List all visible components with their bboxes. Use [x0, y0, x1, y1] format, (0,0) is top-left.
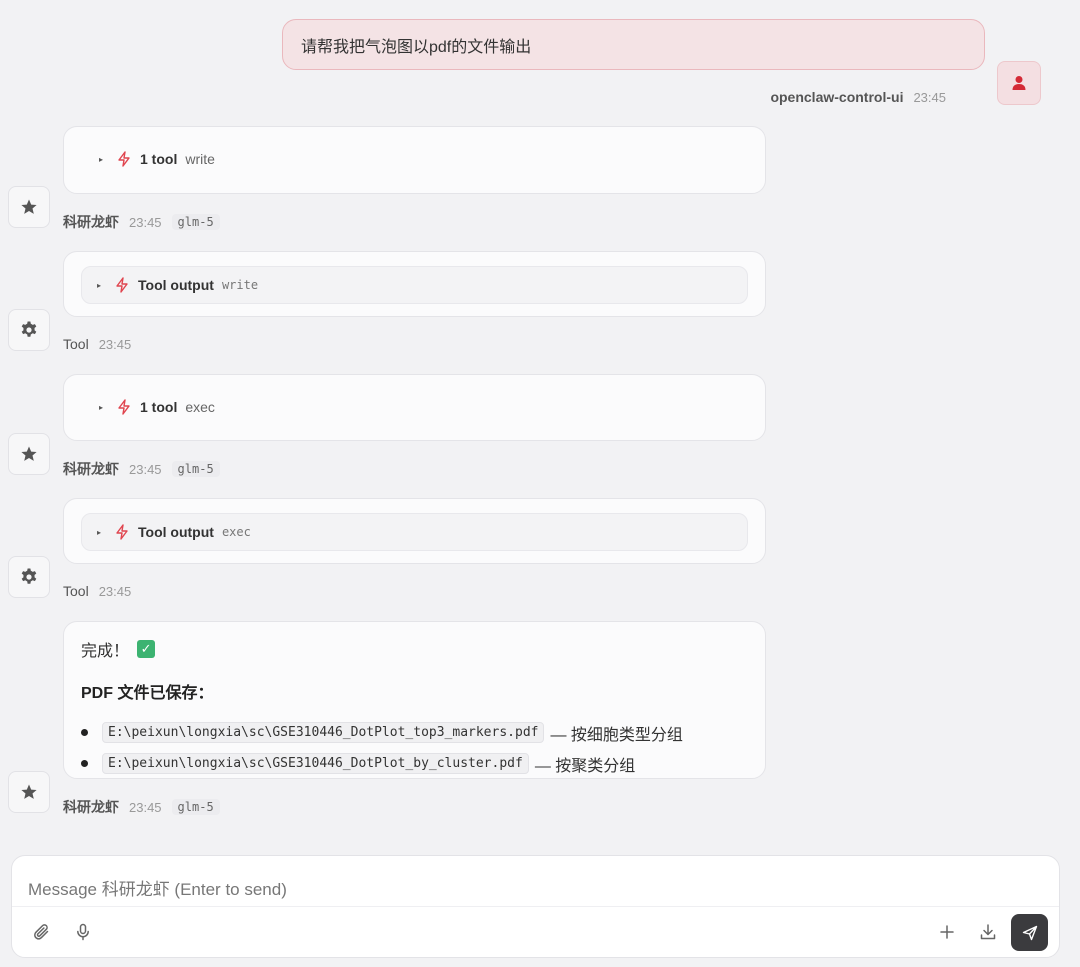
expand-triangle-icon: ▸: [96, 527, 101, 537]
tool-call-card: ▸ 1 tool write: [63, 126, 766, 194]
star-icon: [21, 446, 37, 461]
timestamp: 23:45: [98, 583, 132, 599]
sender-name: 科研龙虾: [63, 461, 119, 477]
send-icon: [1022, 925, 1037, 940]
list-item: E:\peixun\longxia\sc\GSE310446_DotPlot_t…: [81, 717, 748, 748]
message-meta: 科研龙虾 23:45 glm-5: [63, 212, 220, 232]
sender-name: 科研龙虾: [63, 799, 119, 815]
list-item: E:\peixun\longxia\sc\GSE310446_DotPlot_b…: [81, 748, 748, 779]
composer-divider: [12, 906, 1059, 907]
sender-name: Tool: [63, 583, 89, 599]
download-icon: [980, 924, 996, 940]
bullet-icon: [81, 760, 88, 767]
message-meta: Tool 23:45: [63, 336, 131, 352]
done-line: 完成！ ✓: [81, 637, 748, 661]
tool-output-toggle[interactable]: ▸ Tool output write: [81, 266, 748, 304]
timestamp: 23:45: [98, 336, 132, 352]
timestamp: 23:45: [129, 799, 162, 815]
done-text: 完成！: [81, 643, 130, 660]
tool-call-label: 1 tool: [140, 151, 178, 167]
user-message-meta: openclaw-control-ui 23:45: [770, 89, 946, 105]
gear-icon: [21, 568, 37, 584]
file-description: — 按细胞类型分组: [550, 726, 683, 744]
sender-name: Tool: [63, 336, 89, 352]
tool-output-card: ▸ Tool output exec: [63, 498, 766, 564]
assistant-avatar: [8, 433, 50, 475]
tool-call-toggle[interactable]: ▸ 1 tool exec: [94, 399, 215, 415]
message-composer: Message 科研龙虾 (Enter to send): [11, 855, 1060, 958]
bolt-icon: [118, 399, 130, 415]
timestamp: 23:45: [129, 214, 162, 230]
file-path[interactable]: E:\peixun\longxia\sc\GSE310446_DotPlot_b…: [102, 753, 529, 774]
file-description: — 按聚类分组: [534, 757, 636, 775]
expand-triangle-icon: ▸: [98, 402, 103, 412]
expand-triangle-icon: ▸: [96, 280, 101, 290]
gear-icon: [21, 321, 37, 337]
user-icon: [1012, 76, 1026, 90]
microphone-icon: [77, 923, 89, 941]
star-icon: [21, 784, 37, 799]
tool-name: exec: [221, 525, 251, 539]
timestamp: 23:45: [129, 461, 162, 477]
tool-output-card: ▸ Tool output write: [63, 251, 766, 317]
user-timestamp: 23:45: [913, 90, 946, 105]
expand-triangle-icon: ▸: [98, 154, 103, 164]
model-badge: glm-5: [171, 214, 220, 230]
assistant-avatar: [8, 186, 50, 228]
user-avatar: [997, 61, 1041, 105]
message-input[interactable]: Message 科研龙虾 (Enter to send): [28, 875, 287, 900]
tool-call-toggle[interactable]: ▸ 1 tool write: [94, 151, 215, 167]
new-session-button[interactable]: [929, 914, 965, 950]
tool-avatar: [8, 309, 50, 351]
plus-icon: [940, 925, 954, 939]
paperclip-icon: [34, 924, 49, 940]
sender-name: 科研龙虾: [63, 214, 119, 230]
attach-button[interactable]: [24, 914, 60, 950]
saved-heading: PDF 文件已保存：: [81, 685, 214, 702]
message-meta: 科研龙虾 23:45 glm-5: [63, 797, 220, 817]
send-button[interactable]: [1011, 914, 1048, 951]
tool-name: write: [221, 278, 259, 292]
saved-files-list: E:\peixun\longxia\sc\GSE310446_DotPlot_t…: [81, 717, 748, 779]
user-sender-name: openclaw-control-ui: [770, 89, 904, 105]
tool-name: write: [185, 151, 215, 167]
message-meta: Tool 23:45: [63, 583, 131, 599]
export-button[interactable]: [970, 914, 1006, 950]
tool-name: exec: [185, 399, 215, 415]
tool-output-label: Tool output: [138, 524, 214, 540]
tool-call-label: 1 tool: [140, 399, 178, 415]
assistant-message-card: 完成！ ✓ PDF 文件已保存： E:\peixun\longxia\sc\GS…: [63, 621, 766, 779]
bolt-icon: [118, 151, 130, 167]
file-path[interactable]: E:\peixun\longxia\sc\GSE310446_DotPlot_t…: [102, 722, 545, 743]
star-icon: [21, 199, 37, 214]
bolt-icon: [116, 524, 128, 540]
model-badge: glm-5: [171, 461, 220, 477]
user-message-bubble: 请帮我把气泡图以pdf的文件输出: [282, 19, 985, 70]
message-meta: 科研龙虾 23:45 glm-5: [63, 459, 220, 479]
user-message-text: 请帮我把气泡图以pdf的文件输出: [301, 38, 532, 56]
model-badge: glm-5: [171, 799, 220, 815]
assistant-avatar: [8, 771, 50, 813]
bullet-icon: [81, 729, 88, 736]
voice-button[interactable]: [65, 914, 101, 950]
bolt-icon: [116, 277, 128, 293]
tool-call-card: ▸ 1 tool exec: [63, 374, 766, 441]
check-mark-icon: ✓: [137, 640, 156, 658]
tool-avatar: [8, 556, 50, 598]
tool-output-toggle[interactable]: ▸ Tool output exec: [81, 513, 748, 551]
tool-output-label: Tool output: [138, 277, 214, 293]
